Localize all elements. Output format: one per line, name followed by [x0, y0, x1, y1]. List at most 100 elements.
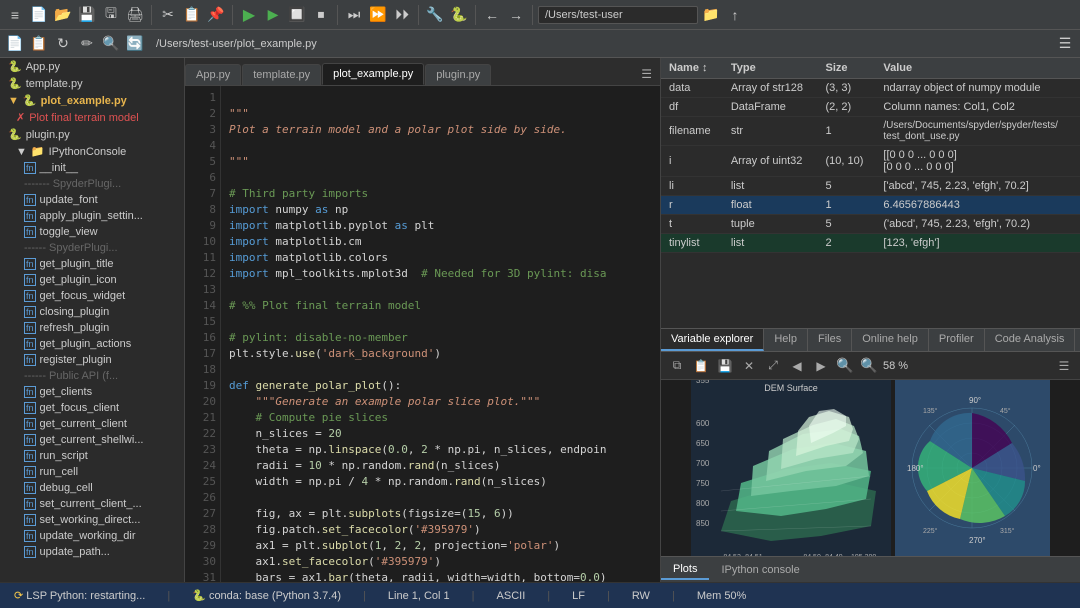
second-toolbar: 📄 📋 ↻ ✏ 🔍 🔄 /Users/test-user/plot_exampl… — [0, 30, 1080, 58]
col-value[interactable]: Value — [875, 58, 1080, 79]
sidebar-item-run-script[interactable]: fn run_script — [0, 448, 184, 464]
clone-icon[interactable]: 📋 — [28, 33, 50, 55]
sidebar-item-register[interactable]: fn register_plugin — [0, 352, 184, 368]
copy-icon[interactable]: 📋 — [181, 4, 203, 26]
cut-icon[interactable]: ✂ — [157, 4, 179, 26]
table-row[interactable]: df DataFrame (2, 2) Column names: Col1, … — [661, 98, 1080, 117]
next-plot-icon[interactable]: ▶ — [811, 356, 831, 376]
table-row[interactable]: li list 5 ['abcd', 745, 2.23, 'efgh', 70… — [661, 177, 1080, 196]
sidebar-item-ipython[interactable]: ▼ 📁 IPythonConsole — [0, 143, 184, 160]
sidebar-item-closing[interactable]: fn closing_plugin — [0, 304, 184, 320]
sidebar-item-pluginpy[interactable]: 🐍 plugin.py — [0, 126, 184, 143]
sidebar-label: get_focus_client — [40, 402, 120, 414]
tab-help[interactable]: Help — [764, 329, 808, 351]
edit-icon[interactable]: ✏ — [76, 33, 98, 55]
sidebar-label: toggle_view — [40, 226, 98, 238]
tab-files[interactable]: Files — [808, 329, 852, 351]
refresh-icon[interactable]: 🔄 — [124, 33, 146, 55]
run-file-icon[interactable]: ▶ — [262, 4, 284, 26]
tabs-menu-icon[interactable]: ☰ — [633, 63, 660, 85]
tab-plotexamplepy[interactable]: plot_example.py — [322, 63, 424, 85]
col-name[interactable]: Name ↕ — [661, 58, 723, 79]
sidebar-item-get-current-shell[interactable]: fn get_current_shellwi... — [0, 432, 184, 448]
zoom-out-icon[interactable]: 🔍 — [835, 356, 855, 376]
menu-icon[interactable]: ≡ — [4, 4, 26, 26]
table-row[interactable]: r float 1 6.46567886443 — [661, 196, 1080, 215]
tab-ipython-console[interactable]: IPython console — [709, 561, 811, 579]
sidebar-item-get-actions[interactable]: fn get_plugin_actions — [0, 336, 184, 352]
sidebar-item-set-working[interactable]: fn set_working_direct... — [0, 512, 184, 528]
sidebar-item-apply-plugin[interactable]: fn apply_plugin_settin... — [0, 208, 184, 224]
up-icon[interactable]: ↑ — [724, 4, 746, 26]
tab-pluginpy[interactable]: plugin.py — [425, 64, 491, 85]
col-size[interactable]: Size — [817, 58, 875, 79]
tab-code-analysis[interactable]: Code Analysis — [985, 329, 1076, 351]
sidebar-label: update_working_dir — [40, 530, 136, 542]
sidebar-item-plot-terrain[interactable]: ✗ Plot final terrain model — [0, 109, 184, 126]
table-row[interactable]: i Array of uint32 (10, 10) [[0 0 0 ... 0… — [661, 146, 1080, 177]
sidebar-item-debug-cell[interactable]: fn debug_cell — [0, 480, 184, 496]
table-row[interactable]: t tuple 5 ('abcd', 745, 2.23, 'efgh', 70… — [661, 215, 1080, 234]
step-over-icon[interactable]: ⏵⏵ — [391, 4, 413, 26]
copy-plot-icon[interactable]: ⧉ — [667, 356, 687, 376]
table-row[interactable]: data Array of str128 (3, 3) ndarray obje… — [661, 79, 1080, 98]
sidebar-item-get-title[interactable]: fn get_plugin_title — [0, 256, 184, 272]
path-input[interactable] — [538, 6, 698, 24]
zoom-in-icon[interactable]: 🔍 — [859, 356, 879, 376]
python-icon[interactable]: 🐍 — [448, 4, 470, 26]
tab-profiler[interactable]: Profiler — [929, 329, 985, 351]
sidebar-item-update-font[interactable]: fn update_font — [0, 192, 184, 208]
delete-plot-icon[interactable]: ✕ — [739, 356, 759, 376]
expand-plot-icon[interactable]: ⤢ — [763, 356, 783, 376]
save-all-icon[interactable]: 🖫 — [100, 4, 122, 26]
step-icon[interactable]: ⏩ — [367, 4, 389, 26]
col-type[interactable]: Type — [723, 58, 818, 79]
sidebar-item-get-icon[interactable]: fn get_plugin_icon — [0, 272, 184, 288]
sidebar-item-init[interactable]: fn __init__ — [0, 160, 184, 176]
sidebar-item-set-current[interactable]: fn set_current_client_... — [0, 496, 184, 512]
sidebar-item-run-cell[interactable]: fn run_cell — [0, 464, 184, 480]
plot-options-icon[interactable]: ☰ — [1054, 356, 1074, 376]
options-icon[interactable]: ☰ — [1054, 33, 1076, 55]
sidebar-item-get-focus-client[interactable]: fn get_focus_client — [0, 400, 184, 416]
run-icon[interactable]: ▶ — [238, 4, 260, 26]
sidebar-item-refresh[interactable]: fn refresh_plugin — [0, 320, 184, 336]
prev-plot-icon[interactable]: ◀ — [787, 356, 807, 376]
tab-online-help[interactable]: Online help — [852, 329, 929, 351]
save-plot-icon[interactable]: 💾 — [715, 356, 735, 376]
tab-variable-explorer[interactable]: Variable explorer — [661, 329, 764, 351]
svg-text:-84.50 -84.49: -84.50 -84.49 — [801, 554, 843, 557]
tab-templatepy[interactable]: template.py — [242, 64, 321, 85]
tab-apppy[interactable]: App.py — [185, 64, 241, 85]
tab-plots[interactable]: Plots — [661, 560, 709, 580]
paste-icon[interactable]: 📌 — [205, 4, 227, 26]
back-icon[interactable]: ← — [481, 4, 503, 26]
table-row[interactable]: filename str 1 /Users/Documents/spyder/s… — [661, 117, 1080, 146]
search-icon[interactable]: 🔍 — [100, 33, 122, 55]
debug-icon[interactable]: 🔲 — [286, 4, 308, 26]
sidebar-item-get-current-client[interactable]: fn get_current_client — [0, 416, 184, 432]
browse-icon[interactable]: 📁 — [700, 4, 722, 26]
sidebar-item-get-focus[interactable]: fn get_focus_widget — [0, 288, 184, 304]
forward-icon[interactable]: → — [505, 4, 527, 26]
reload-icon[interactable]: ↻ — [52, 33, 74, 55]
sidebar-item-templatepy[interactable]: 🐍 template.py — [0, 75, 184, 92]
next-icon[interactable]: ⏭ — [343, 4, 365, 26]
stop-icon[interactable]: ⏹ — [310, 4, 332, 26]
print-icon[interactable]: 🖨 — [124, 4, 146, 26]
code-editor[interactable]: """ Plot a terrain model and a polar plo… — [221, 86, 660, 582]
sidebar-item-toggle-view[interactable]: fn toggle_view — [0, 224, 184, 240]
new-tab-icon[interactable]: 📄 — [4, 33, 26, 55]
sidebar-item-update-path[interactable]: fn update_path... — [0, 544, 184, 560]
sidebar-item-get-clients[interactable]: fn get_clients — [0, 384, 184, 400]
sidebar-item-apppy[interactable]: 🐍 App.py — [0, 58, 184, 75]
copy2-icon[interactable]: 📋 — [691, 356, 711, 376]
tools-icon[interactable]: 🔧 — [424, 4, 446, 26]
new-file-icon[interactable]: 📄 — [28, 4, 50, 26]
table-row[interactable]: tinylist list 2 [123, 'efgh'] — [661, 234, 1080, 253]
sidebar-item-update-working[interactable]: fn update_working_dir — [0, 528, 184, 544]
polar-plot: 90° 0° 270° 180° 45° 135° 225° 315° — [895, 380, 1050, 556]
save-icon[interactable]: 💾 — [76, 4, 98, 26]
sidebar-item-plotexamplepy[interactable]: ▼ 🐍 plot_example.py — [0, 92, 184, 109]
open-file-icon[interactable]: 📂 — [52, 4, 74, 26]
